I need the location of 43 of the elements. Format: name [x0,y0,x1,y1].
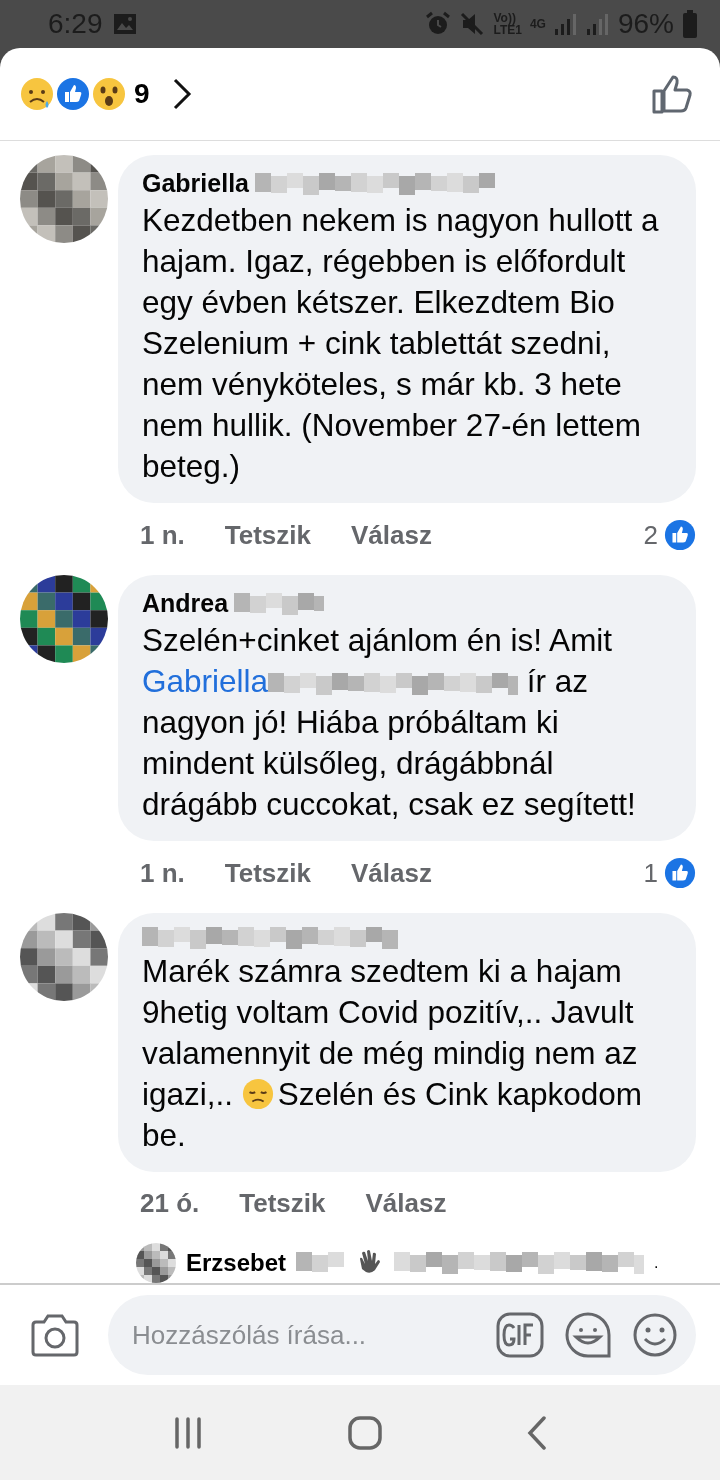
comment-time: 1 n. [140,857,185,889]
reply-text: . [654,1254,659,1272]
like-count: 2 [643,519,658,551]
battery-icon [682,10,698,38]
blurred-text [296,1252,347,1274]
like-reaction-icon [56,77,90,111]
comment-text: Marék számra szedtem ki a hajam 9hetig voltam Covid pozitív,.. Javult valamennyit de még mindig nem az igazi,.. Szelén és Cink kapkodom be. [142,952,643,1155]
gif-icon[interactable] [496,1312,544,1358]
wow-emoji-icon [92,77,126,111]
reply-button[interactable]: Válasz [351,857,432,889]
reply-button[interactable]: Válasz [351,519,432,551]
mention-link[interactable]: Gabriella [142,663,269,699]
chevron-right-icon[interactable] [171,78,192,110]
image-icon [112,13,137,35]
recent-apps-icon[interactable] [172,1416,203,1449]
comment-author[interactable]: Andrea [142,589,229,618]
reply-button[interactable]: Válasz [365,1188,447,1219]
emoji-icon[interactable] [632,1312,678,1358]
like-button[interactable]: Tetszik [224,857,311,889]
home-icon[interactable] [348,1415,382,1450]
comment-time: 21 ó. [140,1188,200,1219]
comment-text: Szelén+cinket ajánlom én is! Amit Gabriella ír az nagyon jó! Hiába próbáltam ki mindent külsőleg, drágábbnál drágább cuccokat, csak ez segített! [142,621,637,824]
mute-icon [459,11,486,37]
sad-emoji-icon [20,77,54,111]
signal-icon [553,13,578,35]
comment-input[interactable]: Hozzászólás írása... [132,1319,476,1351]
camera-icon[interactable] [30,1313,80,1357]
comment-author[interactable]: Gabriella [142,169,249,198]
thumbs-up-icon[interactable] [652,73,694,115]
reply-author[interactable]: Erzsebet [186,1249,287,1277]
like-count: 1 [643,857,658,889]
like-reaction-icon[interactable] [664,857,696,889]
like-reaction-icon[interactable] [664,519,696,551]
reaction-count[interactable]: 9 [134,78,150,110]
like-button[interactable]: Tetszik [224,519,311,551]
sad-face-emoji-icon [241,1078,274,1110]
comment-time: 1 n. [140,519,185,551]
signal-icon [585,13,610,35]
like-button[interactable]: Tetszik [239,1188,326,1219]
comment-text: Kezdetben nekem is nagyon hullott a hajam. Igaz, régebben is előfordult egy évben kétszer. Elkezdtem Bio Szelenium + cink tablettát szedni, nem vényköteles, s már kb. 3 hete nem hullik. (November 27-én lettem beteg.) [142,201,660,486]
sticker-icon[interactable] [564,1311,612,1359]
back-icon[interactable] [527,1415,548,1450]
alarm-icon [425,11,452,37]
